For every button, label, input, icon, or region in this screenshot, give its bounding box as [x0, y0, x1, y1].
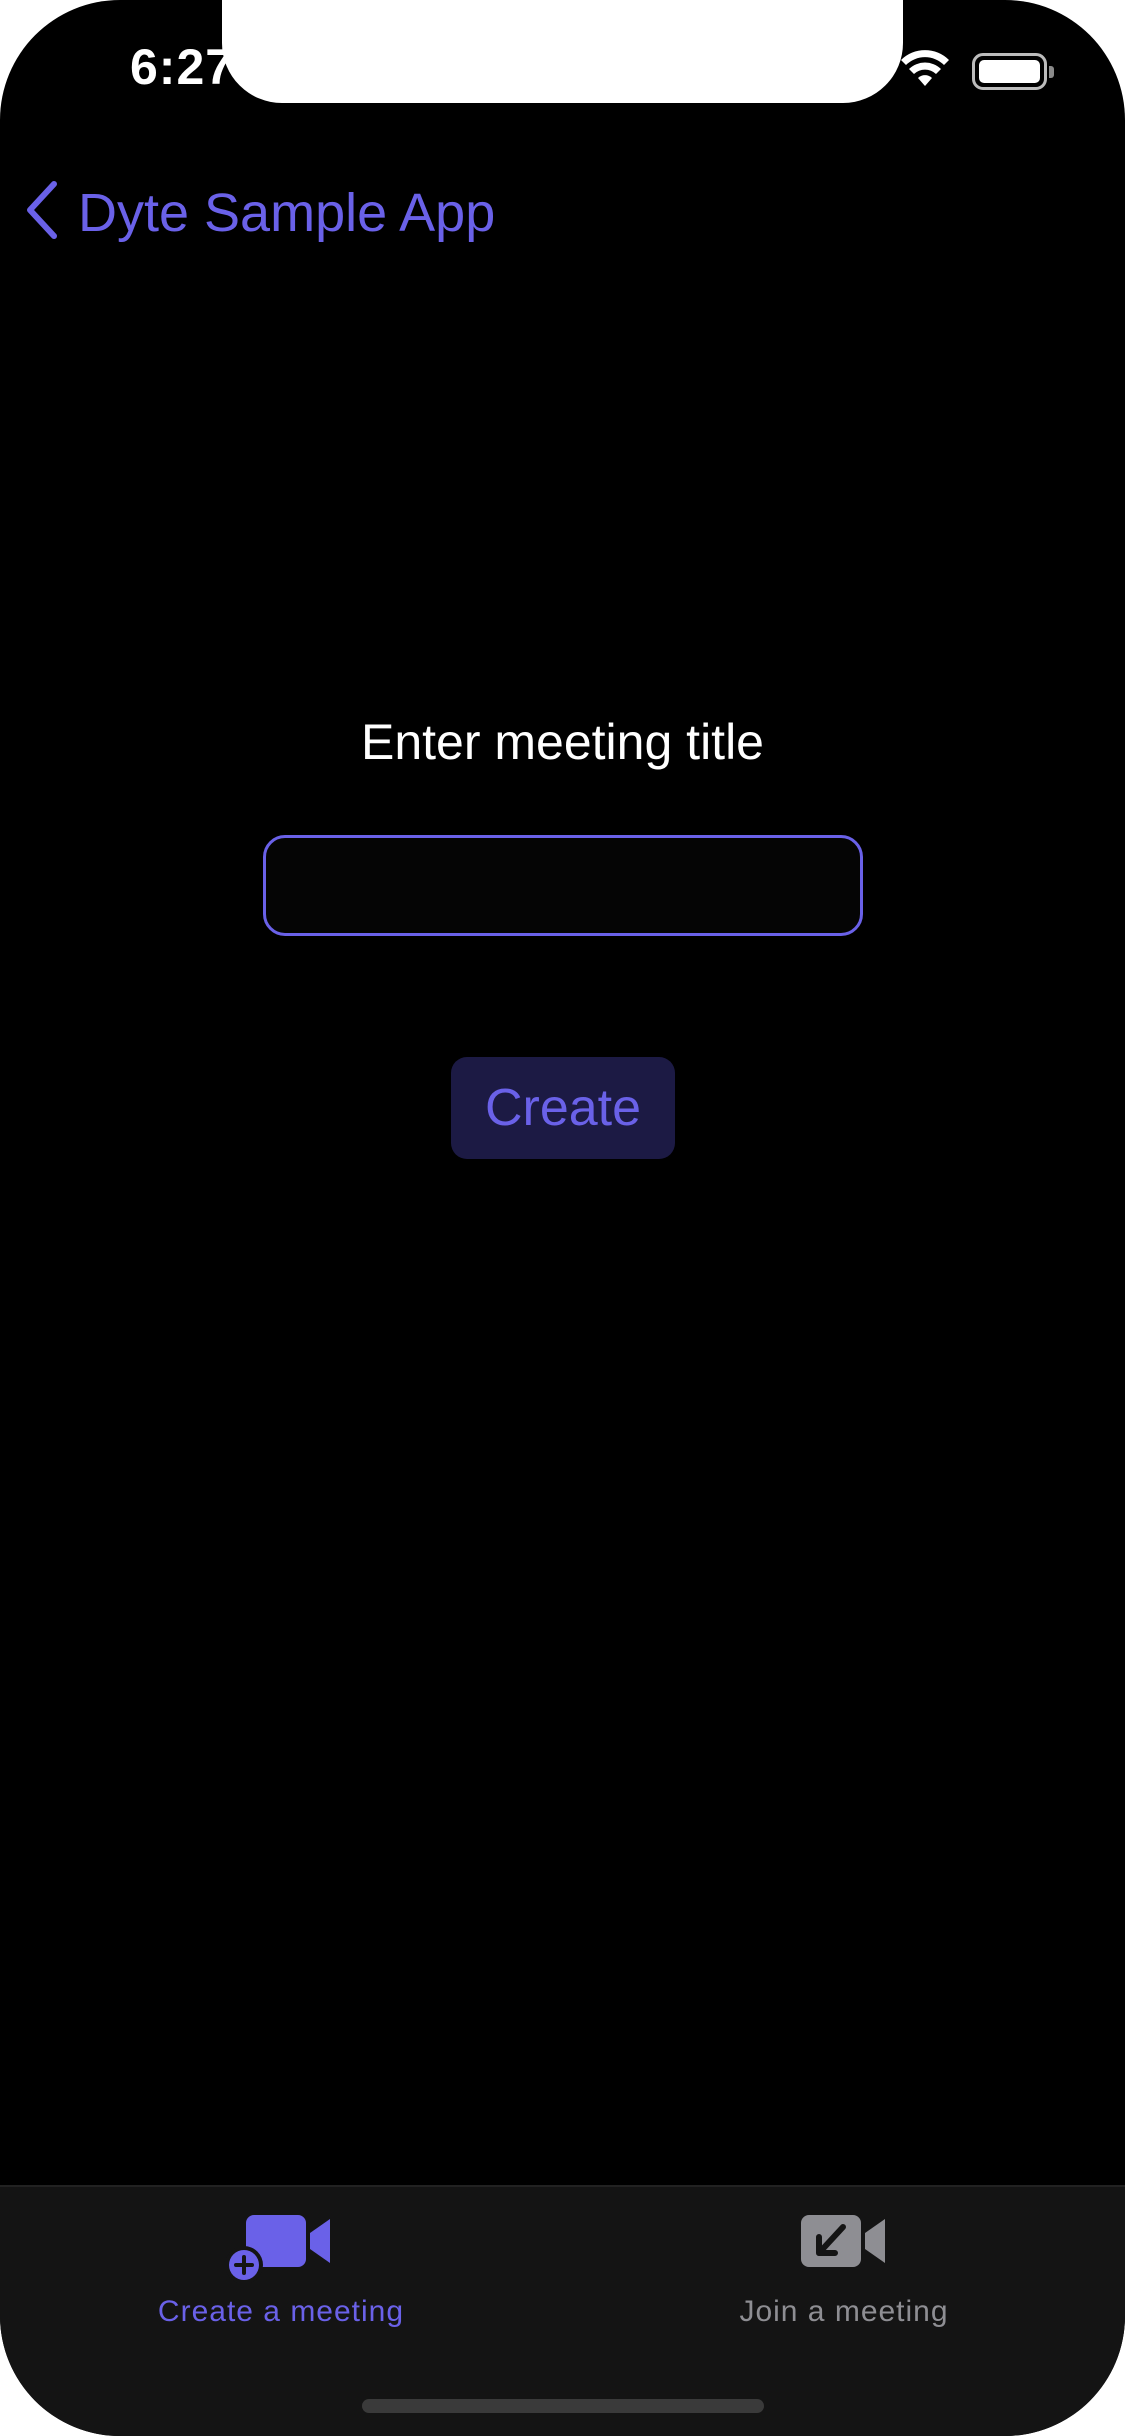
- tab-bar: Create a meeting Join a meeting: [0, 2185, 1125, 2436]
- back-button-label: Dyte Sample App: [78, 182, 496, 243]
- back-button[interactable]: Dyte Sample App: [22, 180, 495, 245]
- status-time: 6:27: [130, 39, 235, 95]
- battery-icon: [972, 53, 1054, 90]
- meeting-title-input[interactable]: [263, 835, 863, 936]
- home-indicator: [362, 2399, 764, 2413]
- status-icons: [900, 50, 1054, 93]
- chevron-left-icon: [22, 180, 60, 245]
- meeting-title-label: Enter meeting title: [361, 714, 764, 770]
- wifi-icon: [900, 50, 950, 93]
- tab-join-meeting-label: Join a meeting: [739, 2295, 949, 2328]
- tab-join-meeting[interactable]: Join a meeting: [563, 2187, 1125, 2347]
- video-plus-icon: [225, 2213, 336, 2285]
- notch: [222, 0, 903, 103]
- tab-create-meeting[interactable]: Create a meeting: [0, 2187, 562, 2347]
- create-button[interactable]: Create: [451, 1057, 675, 1159]
- video-arrow-icon: [799, 2213, 889, 2285]
- tab-create-meeting-label: Create a meeting: [157, 2295, 405, 2328]
- phone-screen: 6:27 Dyte Sample App Enter meeting title…: [0, 0, 1125, 2436]
